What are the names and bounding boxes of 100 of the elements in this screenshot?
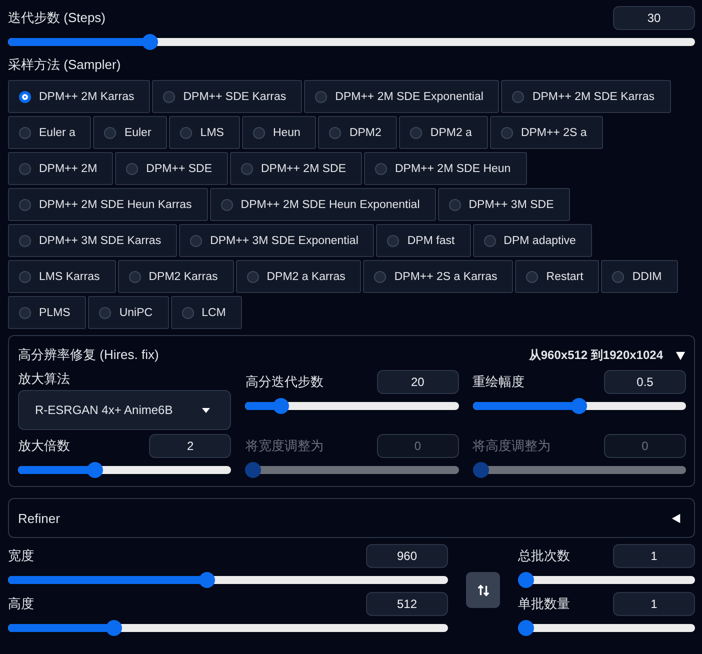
sampler-option[interactable]: Heun (242, 116, 316, 149)
sampler-option[interactable]: DPM fast (376, 224, 471, 257)
sampler-option[interactable]: DPM++ 3M SDE (438, 188, 570, 221)
sampler-option[interactable]: Euler a (8, 116, 92, 149)
sampler-option[interactable]: DPM++ 2S a (490, 116, 603, 149)
radio-icon[interactable] (104, 126, 116, 138)
sampler-option[interactable]: LCM (170, 296, 242, 329)
number-input[interactable]: 2 (149, 434, 232, 458)
sampler-option[interactable]: LMS (169, 116, 240, 149)
number-input[interactable]: 0.5 (604, 370, 686, 394)
sampler-option[interactable]: DPM2 (318, 116, 398, 149)
radio-icon[interactable] (19, 90, 31, 102)
radio-icon[interactable] (252, 126, 265, 138)
slider[interactable] (518, 620, 695, 636)
sampler-option[interactable]: DPM2 a Karras (236, 260, 362, 293)
radio-icon[interactable] (375, 162, 387, 174)
radio-icon[interactable] (246, 270, 259, 282)
number-input[interactable]: 1 (613, 592, 695, 616)
slider-thumb[interactable] (518, 620, 534, 636)
sampler-option[interactable]: LMS Karras (8, 260, 116, 293)
radio-icon[interactable] (182, 306, 194, 318)
number-input[interactable]: 20 (376, 370, 459, 394)
radio-icon[interactable] (19, 162, 31, 174)
sampler-option[interactable]: DPM++ SDE Karras (152, 80, 302, 113)
field-label: 高度 (8, 595, 34, 613)
sampler-option[interactable]: UniPC (88, 296, 169, 329)
radio-icon[interactable] (410, 126, 422, 138)
sampler-option[interactable]: DPM++ 2S a Karras (363, 260, 514, 293)
expand-toggle-icon[interactable] (671, 512, 682, 524)
radio-icon[interactable] (19, 234, 31, 246)
sampler-option[interactable]: Restart (515, 260, 600, 293)
number-input[interactable]: 960 (366, 544, 448, 568)
sampler-option[interactable]: Euler (93, 116, 168, 149)
radio-icon[interactable] (526, 270, 538, 282)
slider[interactable] (245, 462, 459, 478)
radio-icon[interactable] (448, 198, 461, 210)
field-label: 放大倍数 (18, 437, 70, 455)
radio-icon[interactable] (190, 234, 202, 246)
field-label: 高分迭代步数 (245, 373, 324, 391)
slider-fill (245, 402, 276, 410)
radio-icon[interactable] (315, 90, 328, 102)
field-label: 将宽度调整为 (245, 437, 324, 455)
slider-thumb[interactable] (198, 572, 215, 588)
slider[interactable] (8, 620, 448, 636)
sampler-option[interactable]: DPM++ 2M Karras (8, 80, 150, 113)
radio-icon[interactable] (19, 270, 31, 282)
swap-dimensions-button[interactable] (466, 572, 500, 608)
slider-thumb[interactable] (142, 34, 158, 50)
slider[interactable] (8, 34, 695, 50)
radio-icon[interactable] (374, 270, 386, 282)
slider-thumb[interactable] (87, 462, 104, 478)
radio-icon[interactable] (19, 306, 31, 318)
sampler-option[interactable]: DPM++ 2M SDE Heun Karras (8, 188, 208, 221)
slider[interactable] (472, 462, 686, 478)
radio-icon[interactable] (99, 306, 112, 318)
radio-icon[interactable] (387, 234, 400, 246)
sampler-option[interactable]: DPM++ 3M SDE Exponential (179, 224, 374, 257)
collapse-toggle-icon[interactable] (675, 350, 686, 360)
radio-icon[interactable] (126, 162, 138, 174)
sampler-label: 采样方法 (Sampler) (8, 56, 122, 74)
radio-icon[interactable] (612, 270, 624, 282)
sampler-option[interactable]: DPM++ 2M SDE Heun (364, 152, 527, 185)
slider-thumb[interactable] (571, 398, 588, 414)
slider[interactable] (245, 398, 459, 414)
radio-icon[interactable] (241, 162, 253, 174)
radio-icon[interactable] (19, 198, 31, 210)
radio-icon[interactable] (329, 126, 342, 138)
slider-thumb[interactable] (272, 398, 289, 414)
radio-icon[interactable] (512, 90, 524, 102)
number-input[interactable]: 512 (366, 592, 448, 616)
radio-icon[interactable] (180, 126, 192, 138)
radio-icon[interactable] (220, 198, 233, 210)
hires-fix-title: 高分辨率修复 (Hires. fix) (18, 346, 160, 364)
slider[interactable] (472, 398, 686, 414)
sampler-option[interactable]: DPM++ 2M SDE Karras (501, 80, 671, 113)
slider-thumb[interactable] (518, 572, 534, 588)
sampler-option[interactable]: DPM++ 2M SDE Heun Exponential (210, 188, 436, 221)
radio-icon[interactable] (500, 126, 513, 138)
number-input[interactable]: 30 (613, 6, 695, 30)
sampler-option[interactable]: DPM++ 2M SDE Exponential (304, 80, 500, 113)
slider[interactable] (518, 572, 695, 588)
radio-icon[interactable] (484, 234, 496, 246)
slider[interactable] (8, 572, 448, 588)
slider-thumb[interactable] (106, 620, 122, 636)
number-input[interactable]: 1 (613, 544, 695, 568)
sampler-option[interactable]: DPM2 a (399, 116, 488, 149)
sampler-option[interactable]: DPM++ 2M SDE (230, 152, 362, 185)
sampler-option[interactable]: DPM++ 3M SDE Karras (8, 224, 178, 257)
sampler-option[interactable]: DPM adaptive (472, 224, 592, 257)
upscaler-dropdown[interactable]: R-ESRGAN 4x+ Anime6B (18, 390, 232, 430)
sampler-option[interactable]: DDIM (601, 260, 678, 293)
sampler-option[interactable]: DPM++ 2M (8, 152, 114, 185)
radio-icon[interactable] (128, 270, 141, 282)
sampler-option[interactable]: DPM2 Karras (118, 260, 234, 293)
sampler-option[interactable]: PLMS (8, 296, 86, 329)
radio-icon[interactable] (163, 90, 176, 102)
radio-icon[interactable] (19, 126, 31, 138)
slider[interactable] (18, 462, 232, 478)
sampler-option[interactable]: DPM++ SDE (115, 152, 228, 185)
field-label: 宽度 (8, 547, 34, 565)
